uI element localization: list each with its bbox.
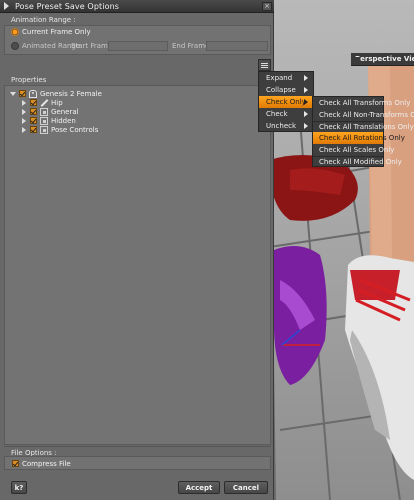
menu-item-label: Check Only xyxy=(266,98,306,106)
expand-arrow-icon[interactable] xyxy=(22,99,26,106)
properties-tree[interactable]: Genesis 2 Female Hip General Hidden Pose… xyxy=(4,85,271,445)
submenu-item-check-all-transforms-only[interactable]: Check All Transforms Only xyxy=(313,97,410,109)
expand-arrow-icon[interactable] xyxy=(22,117,26,124)
figure-icon xyxy=(29,89,37,98)
submenu-arrow-icon xyxy=(304,123,308,129)
app-logo-icon xyxy=(3,2,11,10)
section-divider xyxy=(4,446,271,447)
collapse-arrow-icon[interactable] xyxy=(10,91,16,96)
tree-label: Pose Controls xyxy=(51,125,99,134)
submenu-arrow-icon xyxy=(304,75,308,81)
tree-label: Hip xyxy=(51,98,63,107)
submenu-arrow-icon xyxy=(304,111,308,117)
end-frame-field[interactable] xyxy=(206,41,268,51)
menu-item-expand[interactable]: Expand xyxy=(259,72,313,84)
checkbox-checked-icon[interactable] xyxy=(30,99,37,106)
submenu-item-check-all-rotations-only[interactable]: Check All Rotations Only xyxy=(313,132,405,144)
accept-button[interactable]: Accept xyxy=(178,481,220,494)
expand-arrow-icon[interactable] xyxy=(22,108,26,115)
submenu-item-check-all-modified-only[interactable]: Check All Modified Only xyxy=(313,156,402,168)
start-frame-field[interactable] xyxy=(108,41,168,51)
tree-row-hidden[interactable]: Hidden xyxy=(21,116,76,125)
checkbox-checked-icon[interactable] xyxy=(12,460,19,467)
file-options-group: Compress File xyxy=(4,456,271,470)
current-frame-only-label[interactable]: Current Frame Only xyxy=(22,28,91,36)
properties-context-menu: Expand Collapse Check Only Check Uncheck xyxy=(258,71,314,132)
group-icon xyxy=(40,125,48,134)
animation-range-label: Animation Range : xyxy=(11,16,76,24)
animated-range-radio[interactable] xyxy=(11,42,19,50)
expand-arrow-icon[interactable] xyxy=(22,126,26,133)
checkbox-checked-icon[interactable] xyxy=(30,108,37,115)
close-button[interactable]: × xyxy=(262,2,272,11)
dialog-titlebar[interactable]: Pose Preset Save Options × xyxy=(0,0,274,13)
bone-icon xyxy=(40,99,48,107)
submenu-item-check-all-non-transforms-only[interactable]: Check All Non-Transforms Only xyxy=(313,109,414,121)
tree-row-genesis-2-female[interactable]: Genesis 2 Female xyxy=(10,89,102,98)
checkbox-checked-icon[interactable] xyxy=(30,117,37,124)
menu-item-collapse[interactable]: Collapse xyxy=(259,84,313,96)
submenu-arrow-icon xyxy=(304,99,308,105)
check-only-submenu: Check All Transforms Only Check All Non-… xyxy=(312,96,414,168)
tree-row-hip[interactable]: Hip xyxy=(21,98,63,107)
checkbox-checked-icon[interactable] xyxy=(19,90,26,97)
compress-file-label[interactable]: Compress File xyxy=(22,460,71,468)
group-icon xyxy=(40,116,48,125)
menu-item-label: Uncheck xyxy=(266,122,297,130)
viewport-title: Perspective View xyxy=(355,55,414,63)
properties-menu-button[interactable] xyxy=(258,59,271,71)
dialog-title: Pose Preset Save Options xyxy=(15,1,120,11)
menu-item-label: Collapse xyxy=(266,86,296,94)
submenu-item-check-all-scales-only[interactable]: Check All Scales Only xyxy=(313,144,394,156)
menu-item-uncheck[interactable]: Uncheck xyxy=(259,120,313,132)
current-frame-only-radio[interactable] xyxy=(11,28,19,36)
tree-row-pose-controls[interactable]: Pose Controls xyxy=(21,125,98,134)
menu-item-check[interactable]: Check xyxy=(259,108,313,120)
submenu-arrow-icon xyxy=(304,87,308,93)
compress-file-checkbox-row[interactable]: Compress File xyxy=(12,459,71,468)
menu-item-check-only[interactable]: Check Only xyxy=(259,96,313,108)
menu-item-label: Expand xyxy=(266,74,293,82)
tree-label: Hidden xyxy=(51,116,76,125)
tree-label: Genesis 2 Female xyxy=(40,89,102,98)
cancel-button[interactable]: Cancel xyxy=(224,481,268,494)
properties-label: Properties xyxy=(11,76,47,84)
pose-preset-save-options-dialog: Pose Preset Save Options × Animation Ran… xyxy=(0,0,274,500)
tree-label: General xyxy=(51,107,79,116)
viewport-title-bar[interactable]: Perspective View xyxy=(351,53,414,66)
group-icon xyxy=(40,107,48,116)
help-button[interactable]: k? xyxy=(11,481,27,494)
tree-row-general[interactable]: General xyxy=(21,107,79,116)
menu-item-label: Check xyxy=(266,110,288,118)
checkbox-checked-icon[interactable] xyxy=(30,126,37,133)
